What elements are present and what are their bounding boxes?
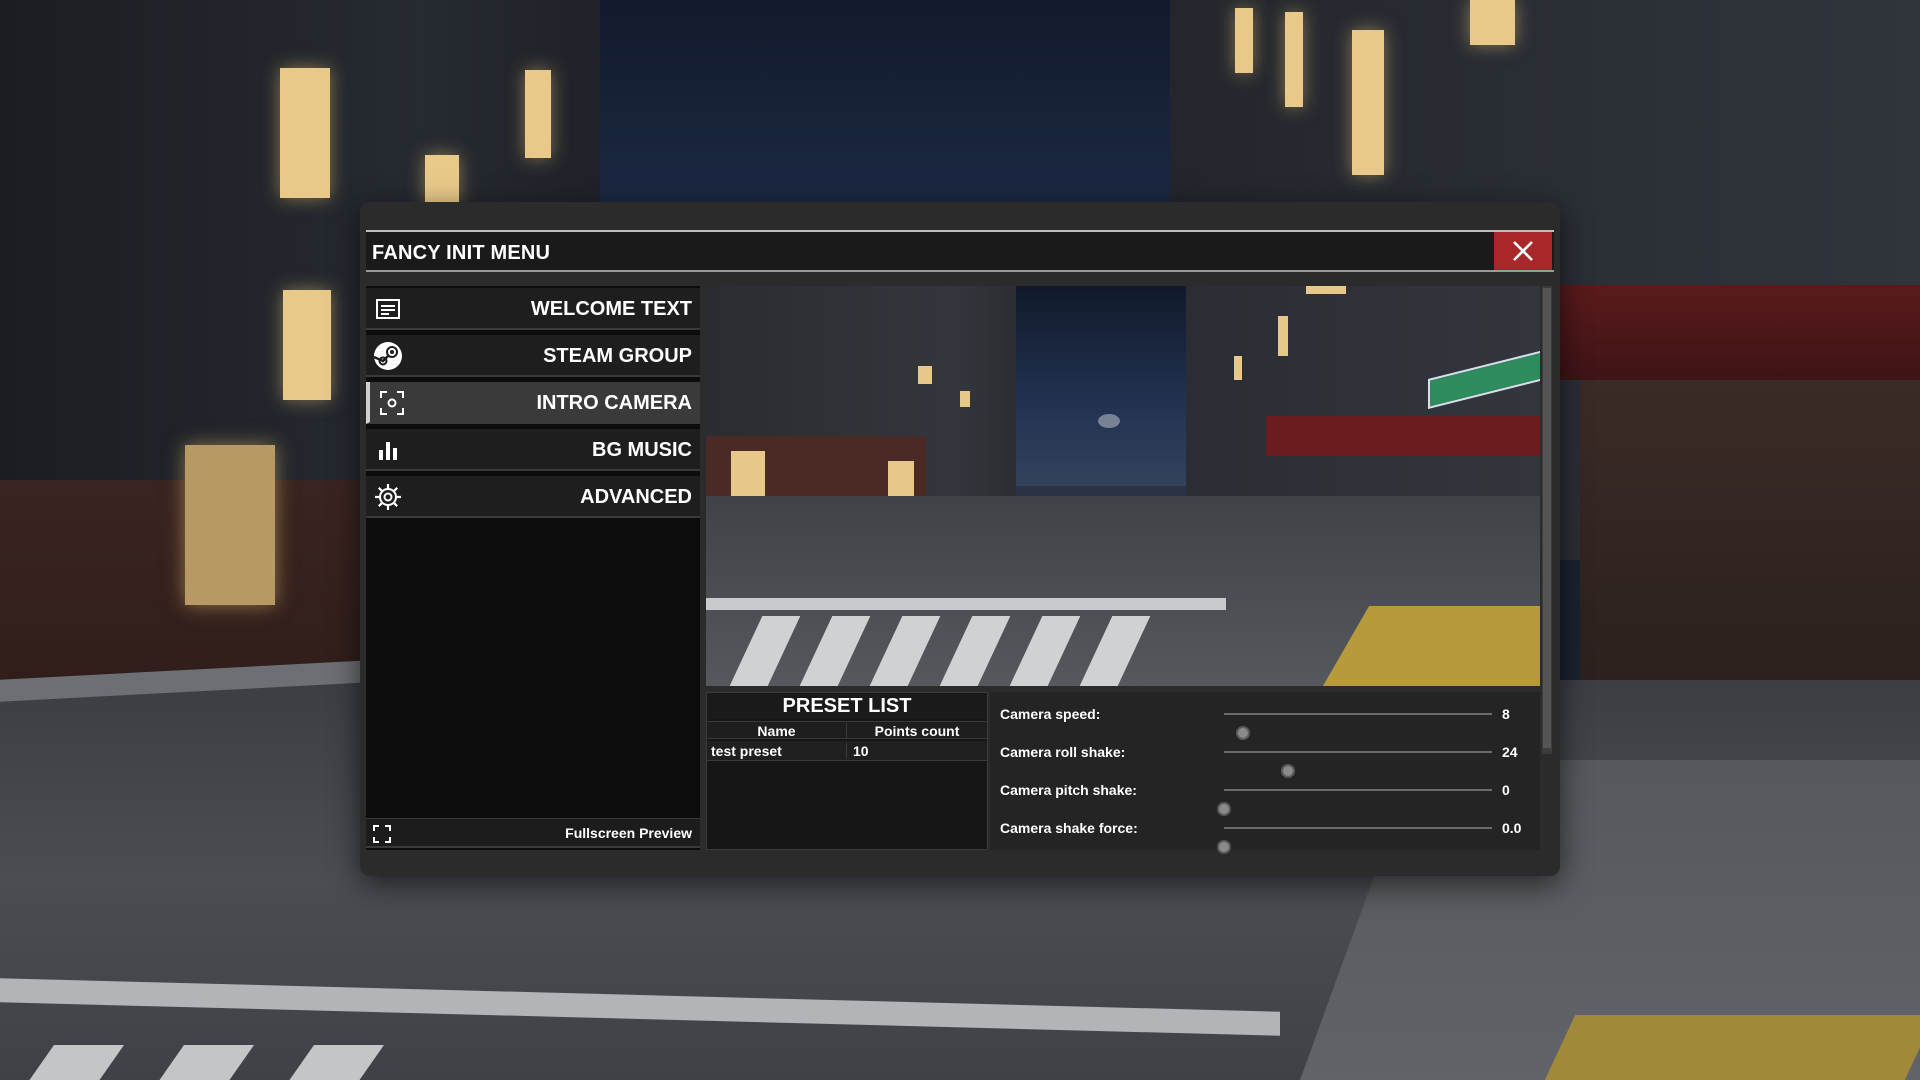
sidebar-item-advanced[interactable]: ADVANCED <box>366 476 700 518</box>
camera-speed-value: 8 <box>1502 706 1510 722</box>
column-header-name[interactable]: Name <box>707 723 847 739</box>
preset-list: PRESET LIST Name Points count test prese… <box>706 692 988 850</box>
fullscreen-preview-label: Fullscreen Preview <box>565 825 692 841</box>
preset-points-cell: 10 <box>853 743 869 759</box>
camera-settings: Camera speed: 8 Camera roll shake: 24 Ca… <box>990 692 1540 854</box>
window-light <box>425 155 459 203</box>
sidebar-item-label: INTRO CAMERA <box>536 392 692 414</box>
camera-pitch-shake-value: 0 <box>1502 782 1510 798</box>
preview-window <box>960 391 970 407</box>
bar-chart-icon <box>372 434 404 466</box>
sidebar-item-label: BG MUSIC <box>592 439 692 461</box>
camera-shake-force-slider[interactable] <box>1217 827 1492 854</box>
window-light <box>1352 30 1384 175</box>
window-light <box>283 290 331 400</box>
fullscreen-icon <box>372 824 392 844</box>
window-light <box>1285 12 1303 107</box>
text-box-icon <box>372 293 404 325</box>
preview-window <box>888 461 914 499</box>
preview-window <box>1306 286 1346 294</box>
sidebar-item-label: WELCOME TEXT <box>530 298 692 320</box>
camera-speed-setting: Camera speed: 8 <box>990 694 1540 740</box>
sidebar-item-bg-music[interactable]: BG MUSIC <box>366 429 700 471</box>
close-icon <box>1513 241 1533 261</box>
title-bar: FANCY INIT MENU <box>366 230 1554 272</box>
sidebar-item-label: ADVANCED <box>580 486 692 508</box>
column-header-points-count[interactable]: Points count <box>847 723 987 739</box>
table-row[interactable]: test preset 10 <box>707 741 987 761</box>
sidebar-nav: WELCOME TEXT STEAM GROUP INTRO CAMERA BG… <box>366 286 700 850</box>
window-light <box>525 70 551 158</box>
camera-pitch-shake-slider[interactable] <box>1217 789 1492 816</box>
window-title: FANCY INIT MENU <box>372 242 551 264</box>
preset-list-title: PRESET LIST <box>707 693 987 719</box>
camera-pitch-shake-label: Camera pitch shake: <box>1000 782 1137 798</box>
scrollbar-thumb[interactable] <box>1543 288 1551 748</box>
window-light <box>1235 8 1253 73</box>
preview-window <box>1234 356 1242 380</box>
camera-speed-slider[interactable] <box>1224 713 1492 740</box>
close-button[interactable] <box>1494 232 1552 270</box>
preview-road-line <box>706 598 1226 610</box>
slider-thumb[interactable] <box>1217 840 1231 854</box>
camera-shake-force-label: Camera shake force: <box>1000 820 1138 836</box>
camera-roll-shake-setting: Camera roll shake: 24 <box>990 732 1540 778</box>
preset-name-cell: test preset <box>711 743 847 759</box>
camera-roll-shake-label: Camera roll shake: <box>1000 744 1126 760</box>
preset-list-header: Name Points count <box>707 721 987 739</box>
gear-icon <box>372 481 404 513</box>
preview-scrollbar[interactable] <box>1542 286 1552 754</box>
camera-speed-label: Camera speed: <box>1000 706 1101 722</box>
sidebar-item-welcome-text[interactable]: WELCOME TEXT <box>366 288 700 330</box>
preview-window <box>731 451 765 499</box>
preview-window <box>1278 316 1288 356</box>
camera-roll-shake-slider[interactable] <box>1224 751 1492 778</box>
camera-shake-force-value: 0.0 <box>1502 820 1522 836</box>
right-building-base <box>1580 380 1920 710</box>
tactile-paving <box>1544 1015 1920 1080</box>
window-light <box>280 68 330 198</box>
steam-icon <box>372 340 404 372</box>
camera-roll-shake-value: 24 <box>1502 744 1518 760</box>
camera-preview <box>706 286 1540 686</box>
camera-shake-force-setting: Camera shake force: 0.0 <box>990 808 1540 854</box>
sidebar-item-steam-group[interactable]: STEAM GROUP <box>366 335 700 377</box>
fancy-init-menu-window: FANCY INIT MENU WELCOME TEXT STEAM GROUP… <box>360 202 1560 876</box>
sidebar-item-label: STEAM GROUP <box>543 345 692 367</box>
sidebar-item-intro-camera[interactable]: INTRO CAMERA <box>366 382 700 424</box>
preview-moon <box>1098 414 1120 428</box>
preview-awning <box>1266 416 1540 456</box>
preview-window <box>918 366 932 384</box>
camera-focus-icon <box>376 387 408 419</box>
window-light <box>185 445 275 605</box>
window-light <box>1470 0 1515 45</box>
red-awning <box>1560 285 1920 380</box>
fullscreen-preview-button[interactable]: Fullscreen Preview <box>366 818 700 848</box>
camera-pitch-shake-setting: Camera pitch shake: 0 <box>990 770 1540 816</box>
